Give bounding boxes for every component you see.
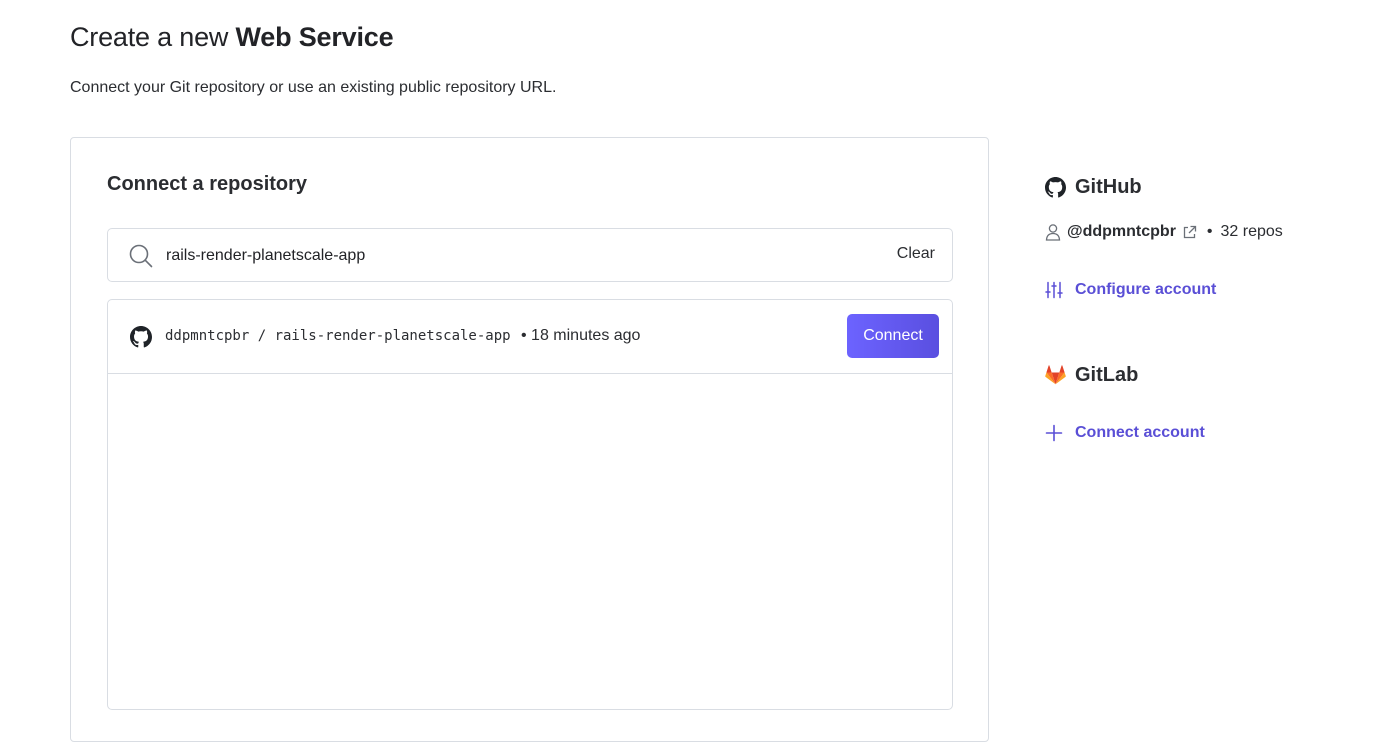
page-title-strong: Web Service <box>235 22 394 52</box>
page-title-prefix: Create a new <box>70 22 236 52</box>
repository-name: ddpmntcpbr / rails-render-planetscale-ap… <box>165 328 511 344</box>
user-icon <box>1045 224 1061 241</box>
github-handle[interactable]: @ddpmntcpbr <box>1067 223 1176 241</box>
repository-row[interactable]: ddpmntcpbr / rails-render-planetscale-ap… <box>108 300 952 374</box>
repository-updated-time: • 18 minutes ago <box>521 327 641 344</box>
github-icon <box>1045 177 1066 198</box>
gitlab-icon <box>1045 365 1066 385</box>
sliders-icon <box>1045 281 1063 299</box>
repository-results-list[interactable]: ddpmntcpbr / rails-render-planetscale-ap… <box>107 299 953 710</box>
gitlab-section-title: GitLab <box>1045 364 1138 387</box>
connect-repository-card: Connect a repository Clear ddpmntcpbr / … <box>70 137 989 742</box>
github-title-text: GitHub <box>1075 176 1142 198</box>
repository-search: Clear <box>107 228 953 282</box>
separator-dot: • <box>1206 223 1213 240</box>
connect-gitlab-account-link[interactable]: Connect account <box>1045 424 1205 442</box>
plus-icon <box>1045 424 1063 442</box>
github-icon <box>130 326 152 348</box>
external-link-icon[interactable] <box>1182 225 1197 240</box>
connect-account-label[interactable]: Connect account <box>1075 424 1205 442</box>
search-input[interactable] <box>166 241 866 271</box>
configure-account-link[interactable]: Configure account <box>1045 281 1216 299</box>
page: Create a new Web Service Connect your Gi… <box>0 0 1400 750</box>
repo-count: 32 repos <box>1220 223 1283 240</box>
page-subtitle: Connect your Git repository or use an ex… <box>70 79 557 96</box>
clear-button[interactable]: Clear <box>897 245 935 263</box>
search-icon <box>129 244 153 268</box>
page-title: Create a new Web Service <box>70 22 394 53</box>
git-providers-sidebar: GitHub @ddpmntcpbr • 32 repos Configure … <box>1045 0 1365 750</box>
github-account-info: @ddpmntcpbr • 32 repos <box>1045 223 1283 241</box>
gitlab-title-text: GitLab <box>1075 364 1139 386</box>
configure-account-label[interactable]: Configure account <box>1075 281 1216 299</box>
github-section-title: GitHub <box>1045 176 1142 199</box>
connect-button[interactable]: Connect <box>847 314 939 358</box>
card-title: Connect a repository <box>107 173 308 195</box>
